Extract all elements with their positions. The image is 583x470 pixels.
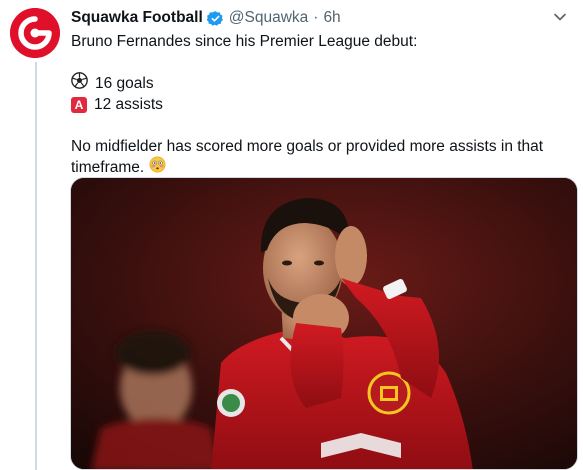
chevron-down-icon[interactable] (551, 8, 569, 26)
soccer-ball-icon (71, 72, 88, 95)
handle[interactable]: @Squawka (229, 9, 309, 27)
separator-dot: · (313, 9, 319, 26)
assists-line: A 12 assists (71, 94, 569, 115)
tweet-line-4: timeframe. (71, 156, 569, 179)
a-button-icon: A (71, 96, 87, 113)
tweet[interactable]: Squawka Football @Squawka · 6h Bruno Fer… (0, 0, 583, 470)
tweet-line-3: No midfielder has scored more goals or p… (71, 138, 544, 155)
tweet-text: Bruno Fernandes since his Premier League… (71, 31, 569, 178)
tweet-header: Squawka Football @Squawka · 6h (71, 7, 569, 29)
squawka-logo-icon (10, 8, 60, 58)
thread-line (35, 62, 37, 470)
avatar[interactable] (10, 8, 60, 58)
goals-line: 16 goals (71, 72, 569, 95)
tweet-photo[interactable] (70, 177, 578, 470)
tweet-line-1: Bruno Fernandes since his Premier League… (71, 33, 418, 50)
flushed-face-icon (149, 156, 166, 179)
assists-text: 12 assists (94, 96, 163, 113)
goals-text: 16 goals (95, 75, 154, 92)
tweet-line-4-text: timeframe. (71, 159, 145, 176)
display-name[interactable]: Squawka Football (71, 9, 203, 27)
photo-image (71, 178, 577, 469)
timestamp[interactable]: 6h (323, 9, 340, 27)
verified-badge-icon (206, 10, 224, 27)
